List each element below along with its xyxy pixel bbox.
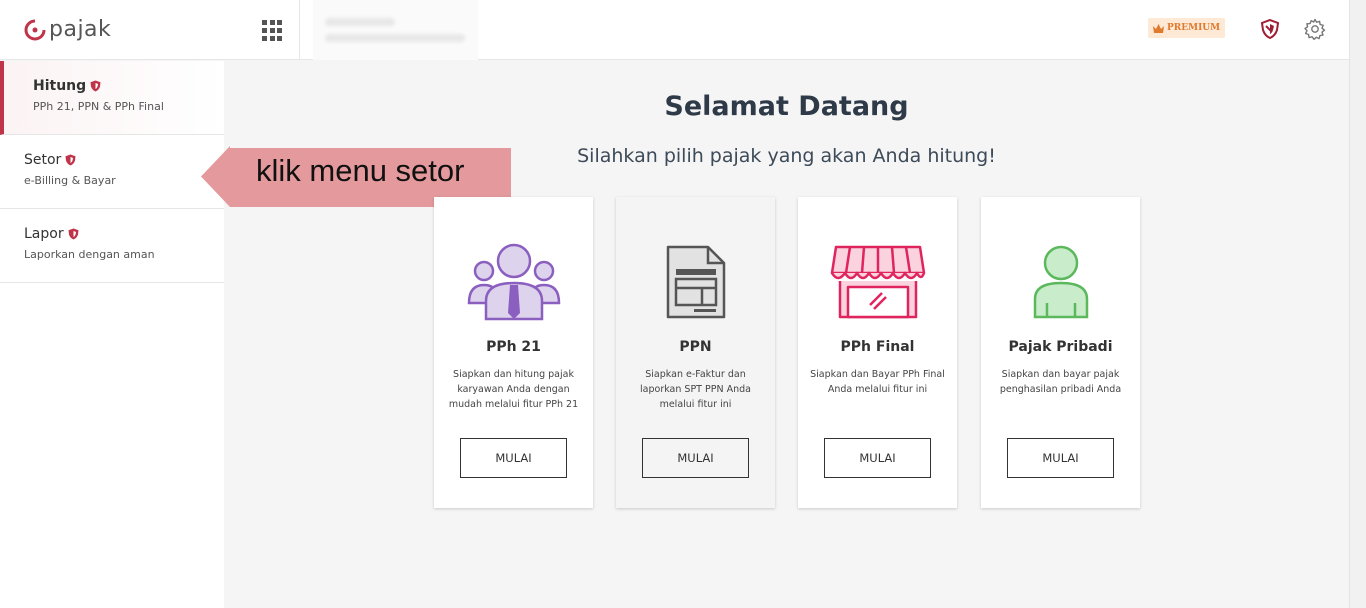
page-title: Selamat Datang [664,91,909,122]
card-pajak-pribadi: Pajak Pribadi Siapkan dan bayar pajak pe… [981,197,1140,508]
sidebar-item-subtitle: PPh 21, PPN & PPh Final [33,100,164,113]
shield-badge-icon [68,228,79,240]
card-title: PPN [679,339,712,355]
mulai-button-ppn[interactable]: MULAI [642,438,749,478]
card-title: PPh Final [840,339,915,355]
store-icon [830,245,925,319]
card-title: PPh 21 [486,339,541,355]
sidebar-item-hitung[interactable]: Hitung PPh 21, PPN & PPh Final [0,61,224,135]
sidebar-item-setor[interactable]: Setor e-Billing & Bayar [0,135,224,209]
mulai-button-pajak-pribadi[interactable]: MULAI [1007,438,1114,478]
sidebar-item-subtitle: e-Billing & Bayar [24,174,116,187]
crown-icon [1153,23,1164,33]
card-description: Siapkan e-Faktur dan laporkan SPT PPN An… [640,369,751,410]
shield-icon[interactable] [1258,17,1282,41]
card-pph21: PPh 21 Siapkan dan hitung pajak karyawan… [434,197,593,508]
company-selector[interactable] [313,0,478,60]
group-people-icon [467,243,560,321]
sidebar-item-subtitle: Laporkan dengan aman [24,248,155,261]
top-bar: pajak PREMIUM [0,0,1349,60]
person-icon [1033,245,1088,319]
mulai-button-pph21[interactable]: MULAI [460,438,567,478]
card-description: Siapkan dan bayar pajak penghasilan prib… [999,369,1122,395]
logo[interactable]: pajak [24,17,111,42]
apps-grid-icon[interactable] [262,20,284,42]
logo-mark-icon [24,19,46,40]
card-description: Siapkan dan hitung pajak karyawan Anda d… [448,369,579,410]
card-ppn: PPN Siapkan e-Faktur dan laporkan SPT PP… [616,197,775,508]
premium-label: PREMIUM [1167,23,1221,33]
logo-text: pajak [49,17,112,42]
sidebar: Hitung PPh 21, PPN & PPh Final Setor e-B… [0,61,224,608]
gear-icon[interactable] [1303,17,1327,41]
card-pph-final: PPh Final Siapkan dan Bayar PPh Final An… [798,197,957,508]
card-title: Pajak Pribadi [1008,339,1113,355]
sidebar-item-lapor[interactable]: Lapor Laporkan dengan aman [0,209,224,283]
premium-badge[interactable]: PREMIUM [1148,18,1226,38]
document-icon [666,245,725,319]
shield-badge-icon [90,80,101,92]
sidebar-item-label: Lapor [24,226,64,242]
page-subtitle: Silahkan pilih pajak yang akan Anda hitu… [577,145,996,167]
mulai-button-pph-final[interactable]: MULAI [824,438,931,478]
shield-badge-icon [65,154,76,166]
sidebar-item-label: Setor [24,152,62,168]
header-divider [299,0,300,60]
card-description: Siapkan dan Bayar PPh Final Anda melalui… [810,369,945,395]
sidebar-item-label: Hitung [33,78,87,94]
page-scrollbar[interactable] [1349,0,1366,608]
